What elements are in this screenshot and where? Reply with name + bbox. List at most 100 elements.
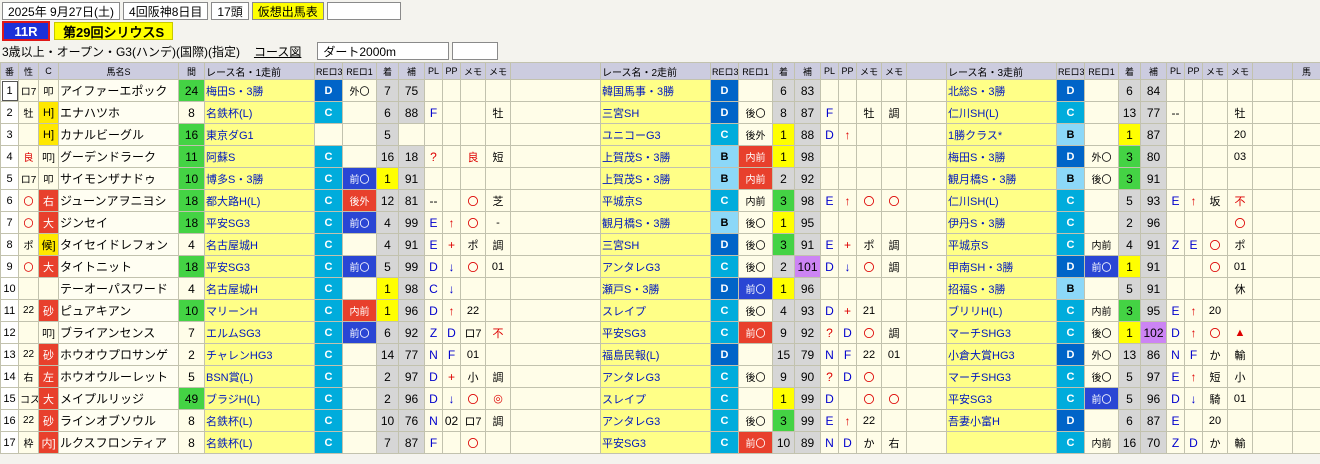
horse-name[interactable]: メイプルリッジ <box>58 387 179 410</box>
race-name[interactable]: マーチSHG3 <box>946 365 1057 388</box>
memo-1: 〇 <box>1202 321 1228 344</box>
horse-name[interactable]: タイセイドレフォン <box>58 233 179 256</box>
horse-name[interactable]: タイトニット <box>58 255 179 278</box>
race-name[interactable]: 福島民報(L) <box>600 343 711 366</box>
col-header-number: 番 <box>0 62 19 80</box>
memo-1: 坂 <box>1202 189 1228 212</box>
race-name[interactable]: BSN賞(L) <box>204 365 315 388</box>
race-name[interactable]: マリーンH <box>204 299 315 322</box>
race-name[interactable]: 名鉄杯(L) <box>204 101 315 124</box>
pl-grade: N <box>1166 343 1185 366</box>
course-map-link[interactable]: コース図 <box>254 43 301 60</box>
race-name[interactable]: 平安SG3 <box>946 387 1057 410</box>
race-name[interactable]: 甲南SH・3勝 <box>946 255 1057 278</box>
horse-name[interactable]: ピュアキアン <box>58 299 179 322</box>
horse-name[interactable]: カナルビーグル <box>58 123 179 146</box>
race-name[interactable]: 北総S・3勝 <box>946 79 1057 102</box>
race-name[interactable]: 瀬戸S・3勝 <box>600 277 711 300</box>
position-re1 <box>342 101 377 124</box>
race-name[interactable]: 三宮SH <box>600 101 711 124</box>
race-name[interactable]: 梅田S・3勝 <box>204 79 315 102</box>
race-name[interactable]: 上賀茂S・3勝 <box>600 167 711 190</box>
race-name[interactable]: 名古屋城H <box>204 233 315 256</box>
finish-position: 13 <box>1118 343 1141 366</box>
finish-position: 1 <box>376 299 399 322</box>
race-name[interactable]: 仁川SH(L) <box>946 101 1057 124</box>
pp-mark: + <box>838 299 857 322</box>
horse-name[interactable]: テーオーパスワード <box>58 277 179 300</box>
race-name[interactable]: エルムSG3 <box>204 321 315 344</box>
race-name[interactable]: スレイプ <box>600 299 711 322</box>
pl-grade: E <box>1166 409 1185 432</box>
horse-name[interactable]: ホウオウルーレット <box>58 365 179 388</box>
memo-2: 01 <box>1227 387 1253 410</box>
block-spacer <box>1252 233 1293 256</box>
race-name[interactable]: 平城京S <box>946 233 1057 256</box>
race-name[interactable]: 上賀茂S・3勝 <box>600 145 711 168</box>
race-name[interactable]: 1勝クラス* <box>946 123 1057 146</box>
race-name[interactable]: 観月橋S・3勝 <box>946 167 1057 190</box>
race-name[interactable]: 博多S・3勝 <box>204 167 315 190</box>
horse-name[interactable]: アイファーエポック <box>58 79 179 102</box>
race-name[interactable]: 吾妻小富H <box>946 409 1057 432</box>
race-name[interactable]: 名鉄杯(L) <box>204 431 315 454</box>
race-name[interactable]: 都大路H(L) <box>204 189 315 212</box>
race-name[interactable]: 伊丹S・3勝 <box>946 211 1057 234</box>
race-name[interactable]: 梅田S・3勝 <box>946 145 1057 168</box>
horse-name[interactable]: エナハツホ <box>58 101 179 124</box>
race-name[interactable]: 韓国馬事・3勝 <box>600 79 711 102</box>
race-name[interactable]: 平安SG3 <box>204 211 315 234</box>
horse-name[interactable]: ホウオウプロサンゲ <box>58 343 179 366</box>
hosei-figure: 86 <box>1140 343 1167 366</box>
horse-name[interactable]: ラインオブソウル <box>58 409 179 432</box>
block-spacer <box>510 409 601 432</box>
memo-2 <box>881 79 907 102</box>
race-name[interactable]: 平城京S <box>600 189 711 212</box>
blank-input-2[interactable] <box>452 42 499 60</box>
blank-input-1[interactable] <box>326 2 401 20</box>
race-name[interactable]: アンタレG3 <box>600 255 711 278</box>
race-name[interactable]: ユニコーG3 <box>600 123 711 146</box>
race-name[interactable]: マーチSHG3 <box>946 321 1057 344</box>
memo-2 <box>881 123 907 146</box>
race-name[interactable]: 平安SG3 <box>204 255 315 278</box>
race-name[interactable]: 平安SG3 <box>600 321 711 344</box>
position-re1 <box>342 145 377 168</box>
race-name[interactable]: 観月橋S・3勝 <box>600 211 711 234</box>
memo-2: 不 <box>1227 189 1253 212</box>
interval-weeks: 10 <box>178 299 205 322</box>
race-name[interactable]: 仁川SH(L) <box>946 189 1057 212</box>
race-name[interactable]: スレイプ <box>600 387 711 410</box>
race-name[interactable]: ブラジH(L) <box>204 387 315 410</box>
horse-name[interactable]: ブライアンセンス <box>58 321 179 344</box>
horse-name[interactable]: ルクスフロンティア <box>58 431 179 454</box>
pp-mark: ↑ <box>442 211 461 234</box>
race-name[interactable]: 小倉大賞HG3 <box>946 343 1057 366</box>
race-name[interactable]: アンタレG3 <box>600 365 711 388</box>
rating-re3: C <box>710 431 739 454</box>
cutoff-cell <box>1292 167 1320 190</box>
memo-2: 短 <box>485 145 511 168</box>
race-name[interactable]: チャレンHG3 <box>204 343 315 366</box>
horse-name[interactable]: サイモンザナドゥ <box>58 167 179 190</box>
race-name[interactable]: 阿蘇S <box>204 145 315 168</box>
pl-grade <box>820 277 839 300</box>
horse-name[interactable]: ジューンアヲニヨシ <box>58 189 179 212</box>
memo-2 <box>881 211 907 234</box>
finish-position: 10 <box>376 409 399 432</box>
pp-mark <box>838 145 857 168</box>
race-name[interactable]: アンタレG3 <box>600 409 711 432</box>
pl-grade: E <box>820 189 839 212</box>
memo-2: 小 <box>1227 365 1253 388</box>
horse-name[interactable]: グーデンドラーク <box>58 145 179 168</box>
race-name[interactable]: 名古屋城H <box>204 277 315 300</box>
race-name[interactable]: 三宮SH <box>600 233 711 256</box>
race-name[interactable]: 名鉄杯(L) <box>204 409 315 432</box>
race-name[interactable]: ブリリH(L) <box>946 299 1057 322</box>
horse-name[interactable]: ジンセイ <box>58 211 179 234</box>
race-name[interactable]: 平安SG3 <box>600 431 711 454</box>
cutoff-cell <box>1292 343 1320 366</box>
hosei-figure: 96 <box>794 277 821 300</box>
race-name[interactable]: 東京ダG1 <box>204 123 315 146</box>
race-name[interactable]: 招福S・3勝 <box>946 277 1057 300</box>
